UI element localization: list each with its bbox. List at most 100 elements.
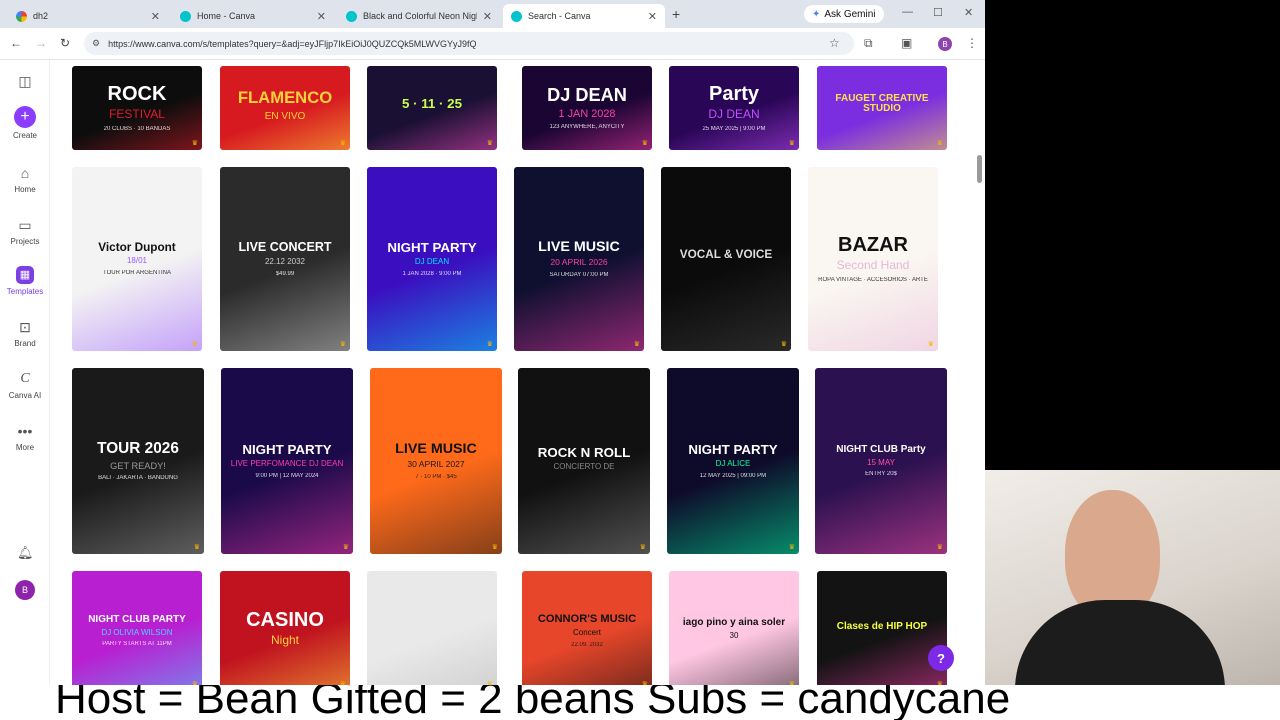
template-card-text: DJ ALICE xyxy=(715,459,751,469)
account-avatar[interactable]: B xyxy=(15,580,35,600)
reload-icon[interactable]: ↻ xyxy=(60,36,70,50)
templates-icon: ▦ xyxy=(16,266,34,284)
sidebar-item-label: Projects xyxy=(10,237,40,246)
ask-gemini-button[interactable]: ✦ Ask Gemini xyxy=(804,5,884,23)
template-card-text: FAUGET CREATIVE STUDIO xyxy=(835,93,929,114)
tab-home-canva[interactable]: Home - Canva ✕ xyxy=(172,4,334,28)
window-close-icon[interactable]: ✕ xyxy=(964,6,973,19)
template-card[interactable]: NIGHT PARTY DJ ALICE 12 MAY 2025 | 09:00 P… xyxy=(667,368,799,554)
pro-crown-icon: ♛ xyxy=(780,341,787,348)
template-card-text: DJ OLIVIA WILSON xyxy=(101,627,173,637)
close-tab-icon[interactable]: ✕ xyxy=(317,10,326,23)
sidebar-item-label: More xyxy=(15,443,35,452)
template-card[interactable]: FAUGET CREATIVE STUDIO ♛ xyxy=(817,66,947,150)
tab-dh2[interactable]: dh2 ✕ xyxy=(8,4,168,28)
template-card[interactable]: LIVE MUSIC 30 APRIL 2027 7 - 10 PM · $45 ♛ xyxy=(370,368,502,554)
scrollbar-thumb[interactable] xyxy=(977,155,982,183)
template-card-text: CONNOR'S MUSIC xyxy=(537,613,637,626)
profile-avatar[interactable]: B xyxy=(938,37,952,51)
template-card[interactable]: NIGHT CLUB Party 15 MAY ENTRY 20$ ♛ xyxy=(815,368,947,554)
maximize-icon[interactable]: ☐ xyxy=(933,6,943,19)
sidebar-item-create[interactable]: + Create xyxy=(0,106,50,140)
template-card[interactable]: FLAMENCO EN VIVO ♛ xyxy=(220,66,350,150)
tab-title: Home - Canva xyxy=(197,11,256,21)
back-arrow-icon[interactable]: ← xyxy=(10,36,22,50)
kebab-menu-icon[interactable]: ⋮ xyxy=(966,36,978,50)
browser-window: dh2 ✕ Home - Canva ✕ Black and Colorful … xyxy=(0,0,985,685)
canva-ai-icon: C xyxy=(20,371,30,386)
brand-briefcase-icon: ⊡ xyxy=(19,319,31,335)
sidepanel-icon[interactable]: ▣ xyxy=(901,36,912,50)
pro-crown-icon: ♛ xyxy=(639,544,646,551)
new-tab-button[interactable]: + xyxy=(672,6,680,22)
template-card-text: FESTIVAL xyxy=(109,107,165,122)
sidebar-item-more[interactable]: ••• More xyxy=(0,422,50,452)
forward-arrow-icon[interactable]: → xyxy=(35,36,47,50)
template-card[interactable]: 5 · 11 · 25 ♛ xyxy=(367,66,497,150)
template-card[interactable]: NIGHT PARTY LIVE PERFOMANCE DJ DEAN 9:00 P… xyxy=(221,368,353,554)
canva-favicon-icon xyxy=(346,10,357,22)
sidebar-item-templates[interactable]: ▦ Templates xyxy=(0,266,50,296)
template-card[interactable]: Clases de HIP HOP ♛ xyxy=(817,571,947,685)
template-card[interactable]: CASINO Night ♛ xyxy=(220,571,350,685)
template-card-text: GET READY! xyxy=(110,460,166,471)
close-tab-icon[interactable]: ✕ xyxy=(648,10,657,23)
template-card[interactable]: NIGHT CLUB PARTY DJ OLIVIA WILSON PARTY ST… xyxy=(72,571,202,685)
sidebar-item-projects[interactable]: ▭ Projects xyxy=(0,216,50,246)
sidebar-item-label: Create xyxy=(12,131,37,140)
template-card-text: 30 APRIL 2027 xyxy=(407,459,465,470)
folder-icon: ▭ xyxy=(18,217,32,233)
template-card-text: 5 · 11 · 25 xyxy=(401,96,462,112)
template-card[interactable]: ROCK N ROLL CONCIERTO DE ♛ xyxy=(518,368,650,554)
template-card[interactable]: CONNOR'S MUSIC Concert 22.09. 2032 ♛ xyxy=(522,571,652,685)
template-card[interactable]: LIVE MUSIC 20 APRIL 2026 SATURDAY 07:00 PM… xyxy=(514,167,644,351)
pro-crown-icon: ♛ xyxy=(936,544,943,551)
extensions-puzzle-icon[interactable]: ⧉ xyxy=(864,36,873,51)
sidebar-item-label: Canva AI xyxy=(8,391,42,400)
template-card[interactable]: TOUR 2026 GET READY! BALI · JAKARTA · BAND… xyxy=(72,368,204,554)
template-card-text: Concert xyxy=(572,628,601,638)
template-card-text: DJ DEAN xyxy=(414,257,450,267)
webcam-person-body xyxy=(1015,600,1225,685)
pro-crown-icon: ♛ xyxy=(191,140,198,147)
template-card-text: NIGHT PARTY xyxy=(688,441,778,457)
pro-crown-icon: ♛ xyxy=(788,544,795,551)
template-card-text: 18/01 xyxy=(126,256,148,266)
pro-crown-icon: ♛ xyxy=(491,544,498,551)
minimize-icon[interactable]: — xyxy=(902,6,913,18)
tab-neon-night[interactable]: Black and Colorful Neon Night ✕ xyxy=(338,4,500,28)
template-card-text: Second Hand xyxy=(836,258,910,273)
ask-gemini-label: Ask Gemini xyxy=(824,8,876,20)
bookmark-star-icon[interactable]: ☆ xyxy=(829,36,840,50)
close-tab-icon[interactable]: ✕ xyxy=(151,10,160,23)
template-card-text: VOCAL & VOICE xyxy=(679,248,773,262)
template-card-text: SATURDAY 07:00 PM xyxy=(549,271,609,278)
tab-search-canva[interactable]: Search - Canva ✕ xyxy=(503,4,665,28)
template-card[interactable]: BAZAR Second Hand ROPA VINTAGE · ACCESORIO… xyxy=(808,167,938,351)
sidebar-toggle[interactable]: ◫ xyxy=(0,72,50,93)
template-card[interactable]: VOCAL & VOICE ♛ xyxy=(661,167,791,351)
template-card-text: FLAMENCO xyxy=(237,88,333,108)
template-card[interactable]: Victor Dupont 18/01 TOUR POR ARGENTINA ♛ xyxy=(72,167,202,351)
template-card[interactable]: LIVE CONCERT 22.12 2032 $49.99 ♛ xyxy=(220,167,350,351)
tab-title: dh2 xyxy=(33,11,49,21)
template-card[interactable]: ROCK FESTIVAL 20 CLUBS · 10 BANDAS ♛ xyxy=(72,66,202,150)
sidebar-item-brand[interactable]: ⊡ Brand xyxy=(0,318,50,348)
site-info-icon[interactable]: ⚙ xyxy=(92,38,100,49)
template-card-text: ROCK xyxy=(107,83,167,106)
notification-bell-icon[interactable]: 🔔︎ xyxy=(17,545,34,561)
close-tab-icon[interactable]: ✕ xyxy=(483,10,492,23)
sidebar-item-canva-ai[interactable]: C Canva AI xyxy=(0,370,50,400)
google-favicon-icon xyxy=(16,10,27,22)
template-card[interactable]: Party DJ DEAN 25 MAY 2025 | 9:00 PM ♛ xyxy=(669,66,799,150)
template-card[interactable]: NIGHT PARTY DJ DEAN 1 JAN 2028 · 9:00 PM ♛ xyxy=(367,167,497,351)
template-card[interactable]: DJ DEAN 1 JAN 2028 123 ANYWHERE, ANYCITY ♛ xyxy=(522,66,652,150)
template-card[interactable]: iago pino y aina soler 30 ♛ xyxy=(669,571,799,685)
template-card[interactable]: ♛ xyxy=(367,571,497,685)
help-button[interactable]: ? xyxy=(928,645,954,671)
browser-toolbar: ← → ↻ ⚙ https://www.canva.com/s/template… xyxy=(0,28,985,60)
sidebar-item-home[interactable]: ⌂ Home xyxy=(0,164,50,194)
address-bar[interactable]: ⚙ https://www.canva.com/s/templates?quer… xyxy=(84,32,854,55)
plus-icon: + xyxy=(14,106,36,128)
template-card-text: 30 xyxy=(729,630,739,640)
